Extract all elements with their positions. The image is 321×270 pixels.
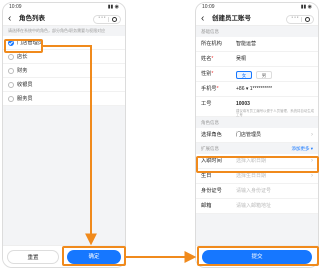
name-row[interactable]: 姓名* 吴桐 [196,52,318,67]
role-item-waiter[interactable]: 服务员 [3,92,125,106]
chevron-right-icon: › [311,132,313,138]
id-card-field[interactable]: 请输入身份证号 [236,184,271,199]
highlight-confirm-button [62,246,126,266]
highlight-submit-button [197,246,319,266]
more-icon[interactable]: ··· [98,14,107,21]
role-hint: 请选择在系统中的角色，部分角色/职务需要与权限对应 [8,28,106,33]
email-field[interactable]: 请输入邮箱地址 [236,199,271,214]
name-label: 姓名* [201,56,214,62]
mini-program-capsule: ··· [286,14,314,24]
radio-icon[interactable] [8,54,14,60]
nav-bar: ‹ 创建员工账号 ··· [196,12,318,26]
name-field[interactable]: 吴桐 [236,52,246,67]
page-title: 角色列表 [19,15,45,22]
status-bar: 10:09 ▮▮ ◉ [3,3,125,12]
more-icon[interactable]: ··· [291,14,300,21]
radio-icon[interactable] [8,96,14,102]
radio-icon[interactable] [8,68,14,74]
reset-button[interactable]: 重置 [7,250,59,264]
org-row[interactable]: 所在机构 智能运营 [196,37,318,52]
phone-field[interactable]: +86 ▾ 1********** [236,82,272,97]
org-label: 所在机构 [201,41,222,47]
phone-label: 手机号* [201,86,219,92]
gender-female-option[interactable]: 女 [236,71,252,79]
select-role-value: 门店管理员 [236,132,262,138]
add-more-link[interactable]: 添加更多 ▾ [291,145,313,152]
back-icon[interactable]: ‹ [201,13,204,25]
capsule-divider [108,16,109,22]
capsule-divider [301,16,302,22]
id-card-row[interactable]: 身份证号 请输入身份证号 [196,184,318,199]
status-icons: ▮▮ ◉ [300,4,312,10]
basic-info-form: 所在机构 智能运营 姓名* 吴桐 性别* 女 男 手机号* +86 ▾ 1***… [196,37,318,117]
employee-no-note: 建议填写员工编号以便于人员管理，系统将自动生成工号 [236,109,314,117]
close-icon[interactable] [305,17,310,22]
gender-label: 性别* [201,71,214,77]
employee-no-row[interactable]: 工号 10003 建议填写员工编号以便于人员管理，系统将自动生成工号 [196,97,318,117]
section-role-info: 角色信息 [196,117,318,128]
radio-icon[interactable] [8,82,14,88]
employee-no-label: 工号 [201,101,212,107]
section-extra-title: 扩展信息 [201,146,219,151]
create-staff-screen: 10:09 ▮▮ ◉ ‹ 创建员工账号 ··· 基础信息 所在机构 智能运营 姓… [195,2,319,268]
select-role-label: 选择角色 [201,132,222,138]
close-icon[interactable] [112,17,117,22]
role-label: 服务员 [17,96,33,102]
nav-bar: ‹ 角色列表 ··· [3,12,125,26]
highlight-selected-role-field [196,156,319,173]
status-bar: 10:09 ▮▮ ◉ [196,3,318,12]
role-label: 财务 [17,68,28,74]
section-basic-info: 基础信息 [196,26,318,37]
email-label: 邮箱 [201,203,212,209]
gender-male-option[interactable]: 男 [256,71,272,79]
page-title: 创建员工账号 [212,15,251,22]
mini-program-capsule: ··· [93,14,121,24]
back-icon[interactable]: ‹ [8,13,11,25]
status-icons: ▮▮ ◉ [107,4,119,10]
status-time: 10:09 [202,4,215,10]
highlight-selected-role [4,39,43,53]
phone-row[interactable]: 手机号* +86 ▾ 1********** [196,82,318,97]
select-role-row[interactable]: 选择角色 门店管理员 › [196,128,318,143]
email-row[interactable]: 邮箱 请输入邮箱地址 [196,199,318,214]
gender-row: 性别* 女 男 [196,67,318,82]
role-info-form: 选择角色 门店管理员 › [196,128,318,143]
role-label: 收银员 [17,82,33,88]
id-card-label: 身份证号 [201,188,222,194]
role-item-cashier[interactable]: 收银员 [3,78,125,92]
section-extra-info: 扩展信息 添加更多 ▾ [196,143,318,154]
org-value: 智能运营 [236,41,257,47]
role-item-finance[interactable]: 财务 [3,64,125,78]
status-time: 10:09 [9,4,22,10]
